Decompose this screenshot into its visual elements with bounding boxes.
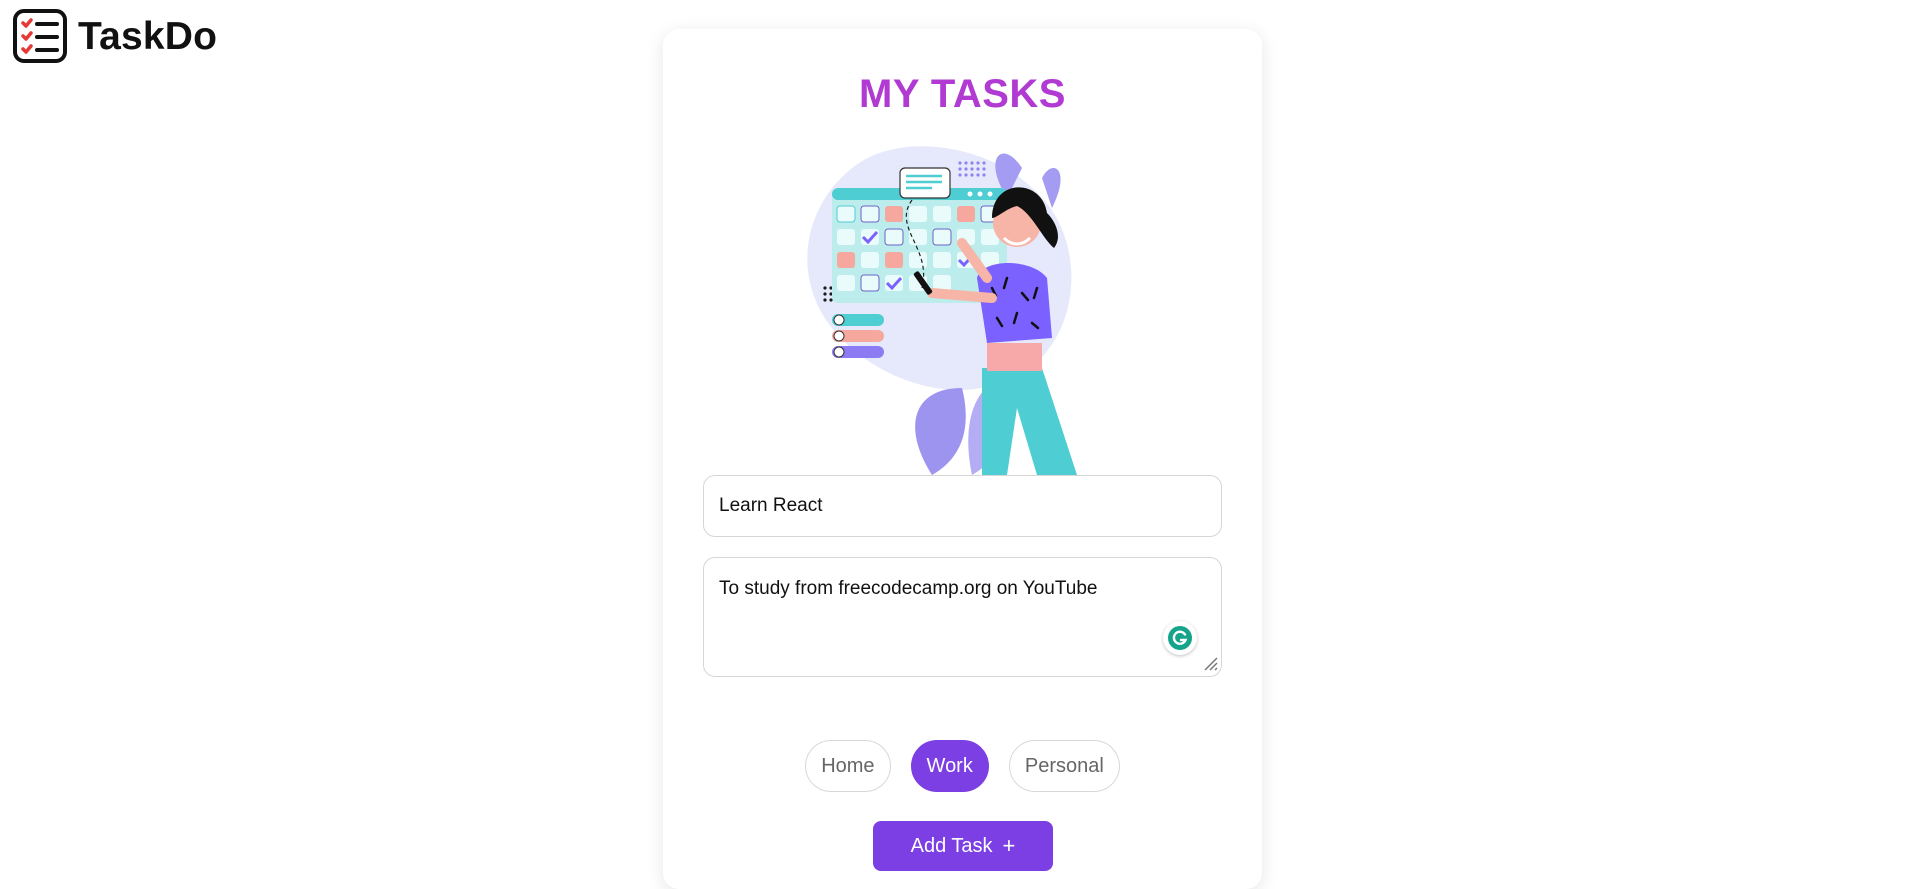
plus-icon: + — [1002, 833, 1016, 858]
category-chip-work[interactable]: Work — [910, 740, 989, 792]
grammarly-icon[interactable] — [1163, 621, 1197, 655]
checklist-icon — [12, 8, 68, 64]
category-selector: Home Work Personal — [663, 740, 1262, 792]
task-description-input[interactable]: To study from freecodecamp.org on YouTub… — [703, 557, 1222, 677]
app-name: TaskDo — [78, 14, 218, 58]
app-header: TaskDo — [12, 8, 217, 64]
page-title: MY TASKS — [859, 72, 1066, 116]
category-chip-personal[interactable]: Personal — [1008, 740, 1120, 792]
category-chip-home[interactable]: Home — [805, 740, 891, 792]
task-form-card: MY TASKS Learn React To study from freec… — [663, 29, 1262, 889]
add-task-label: Add Task — [910, 834, 993, 857]
resize-grip-icon[interactable] — [1203, 656, 1219, 672]
hero-illustration — [807, 146, 1077, 475]
task-title-input[interactable] — [703, 475, 1222, 537]
add-task-button[interactable]: Add Task + — [873, 821, 1053, 871]
